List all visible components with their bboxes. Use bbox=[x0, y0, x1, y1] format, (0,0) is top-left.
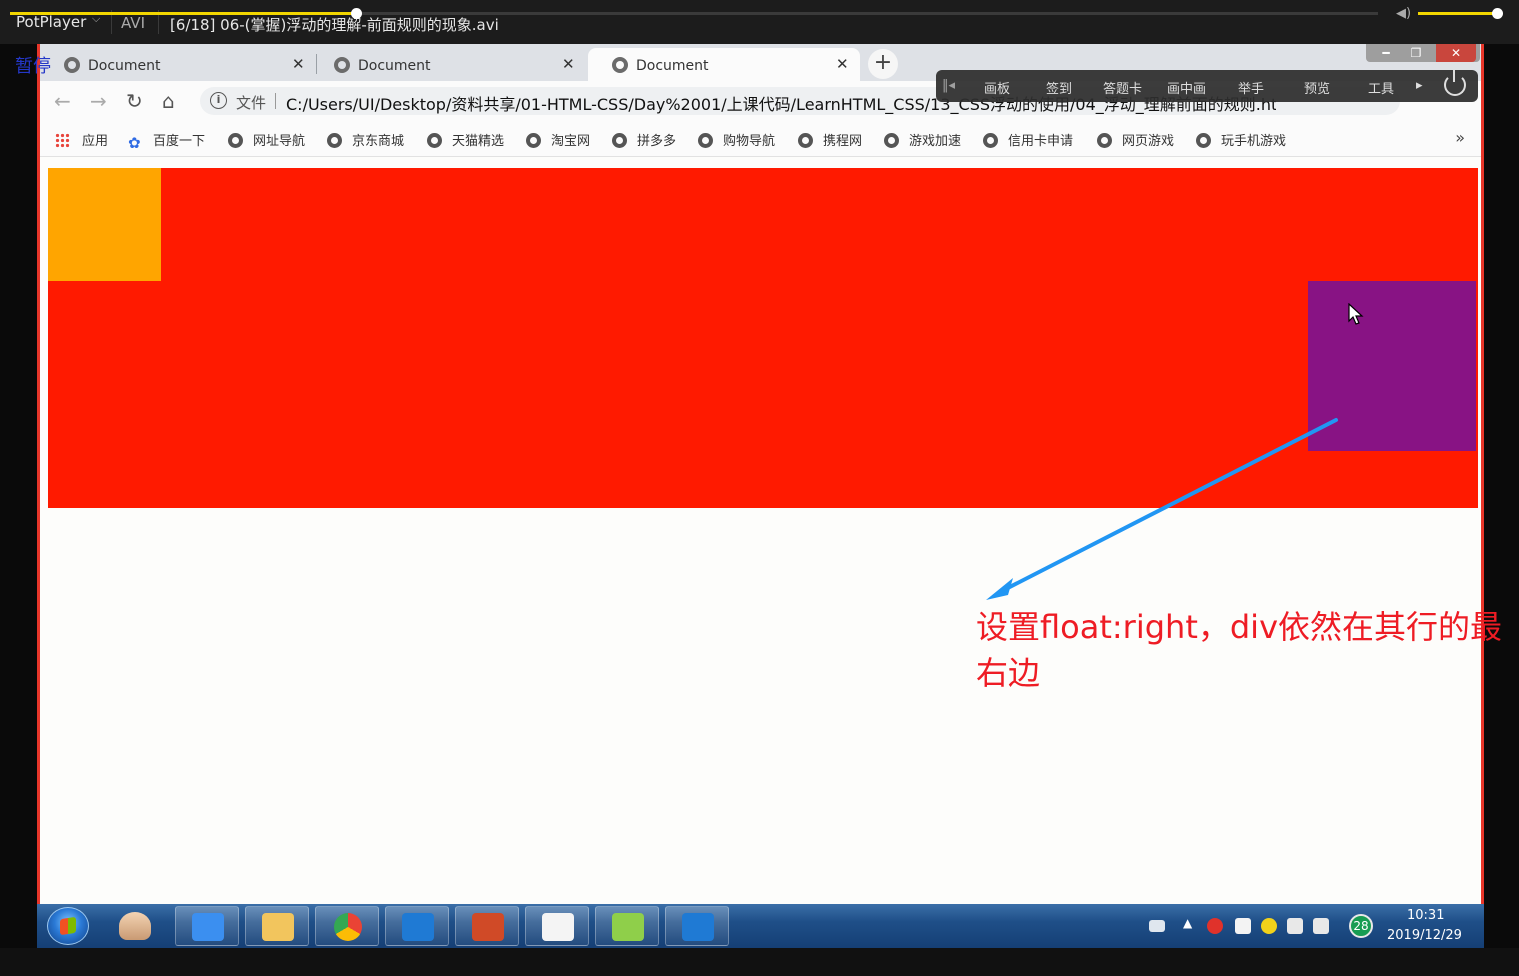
vscode-icon bbox=[682, 913, 714, 941]
seek-progress bbox=[10, 12, 357, 15]
taskbar-app[interactable] bbox=[245, 906, 309, 946]
notes-icon bbox=[612, 913, 644, 941]
annotation-text: 设置float:right，div依然在其行的最右边 bbox=[976, 608, 1503, 692]
chrome-icon bbox=[334, 913, 362, 941]
start-button[interactable] bbox=[47, 907, 89, 945]
plus-badge-icon[interactable] bbox=[1261, 918, 1277, 934]
mouse-cursor-icon bbox=[1348, 303, 1364, 325]
taskbar-app[interactable] bbox=[175, 906, 239, 946]
tray-count-badge[interactable]: 28 bbox=[1349, 914, 1373, 938]
folder-icon bbox=[262, 913, 294, 941]
taskbar: ▲ 28 10:31 2019/12/29 bbox=[37, 904, 1484, 948]
video-app-icon bbox=[192, 913, 224, 941]
taskbar-app[interactable] bbox=[385, 906, 449, 946]
volume-handle[interactable] bbox=[1492, 8, 1503, 19]
avatar-icon bbox=[119, 912, 151, 940]
player-controls bbox=[0, 948, 1519, 976]
volume-level bbox=[1418, 12, 1498, 15]
text-editor-icon bbox=[542, 913, 574, 941]
volume-icon[interactable]: ◀) bbox=[1396, 6, 1411, 21]
record-icon[interactable] bbox=[1207, 918, 1223, 934]
taskbar-app[interactable] bbox=[315, 906, 379, 946]
windows-logo-icon bbox=[60, 916, 76, 936]
taskbar-app[interactable] bbox=[595, 906, 659, 946]
taskbar-app[interactable] bbox=[455, 906, 519, 946]
show-hidden-icons-icon[interactable]: ▲ bbox=[1183, 916, 1192, 930]
taskbar-avatar[interactable] bbox=[103, 906, 167, 946]
annotation-arrow bbox=[986, 418, 1338, 600]
flag-icon[interactable] bbox=[1235, 918, 1251, 934]
volume-muted-icon[interactable] bbox=[1313, 918, 1329, 934]
network-icon[interactable] bbox=[1287, 918, 1303, 934]
system-tray: ▲ 28 10:31 2019/12/29 bbox=[1137, 904, 1477, 948]
taskbar-app[interactable] bbox=[665, 906, 729, 946]
powerpoint-icon bbox=[472, 913, 504, 941]
taskbar-app[interactable] bbox=[525, 906, 589, 946]
vscode-icon bbox=[402, 913, 434, 941]
clock-time[interactable]: 10:31 bbox=[1407, 908, 1444, 923]
clock-date[interactable]: 2019/12/29 bbox=[1387, 928, 1462, 943]
keyboard-icon[interactable] bbox=[1149, 920, 1165, 932]
